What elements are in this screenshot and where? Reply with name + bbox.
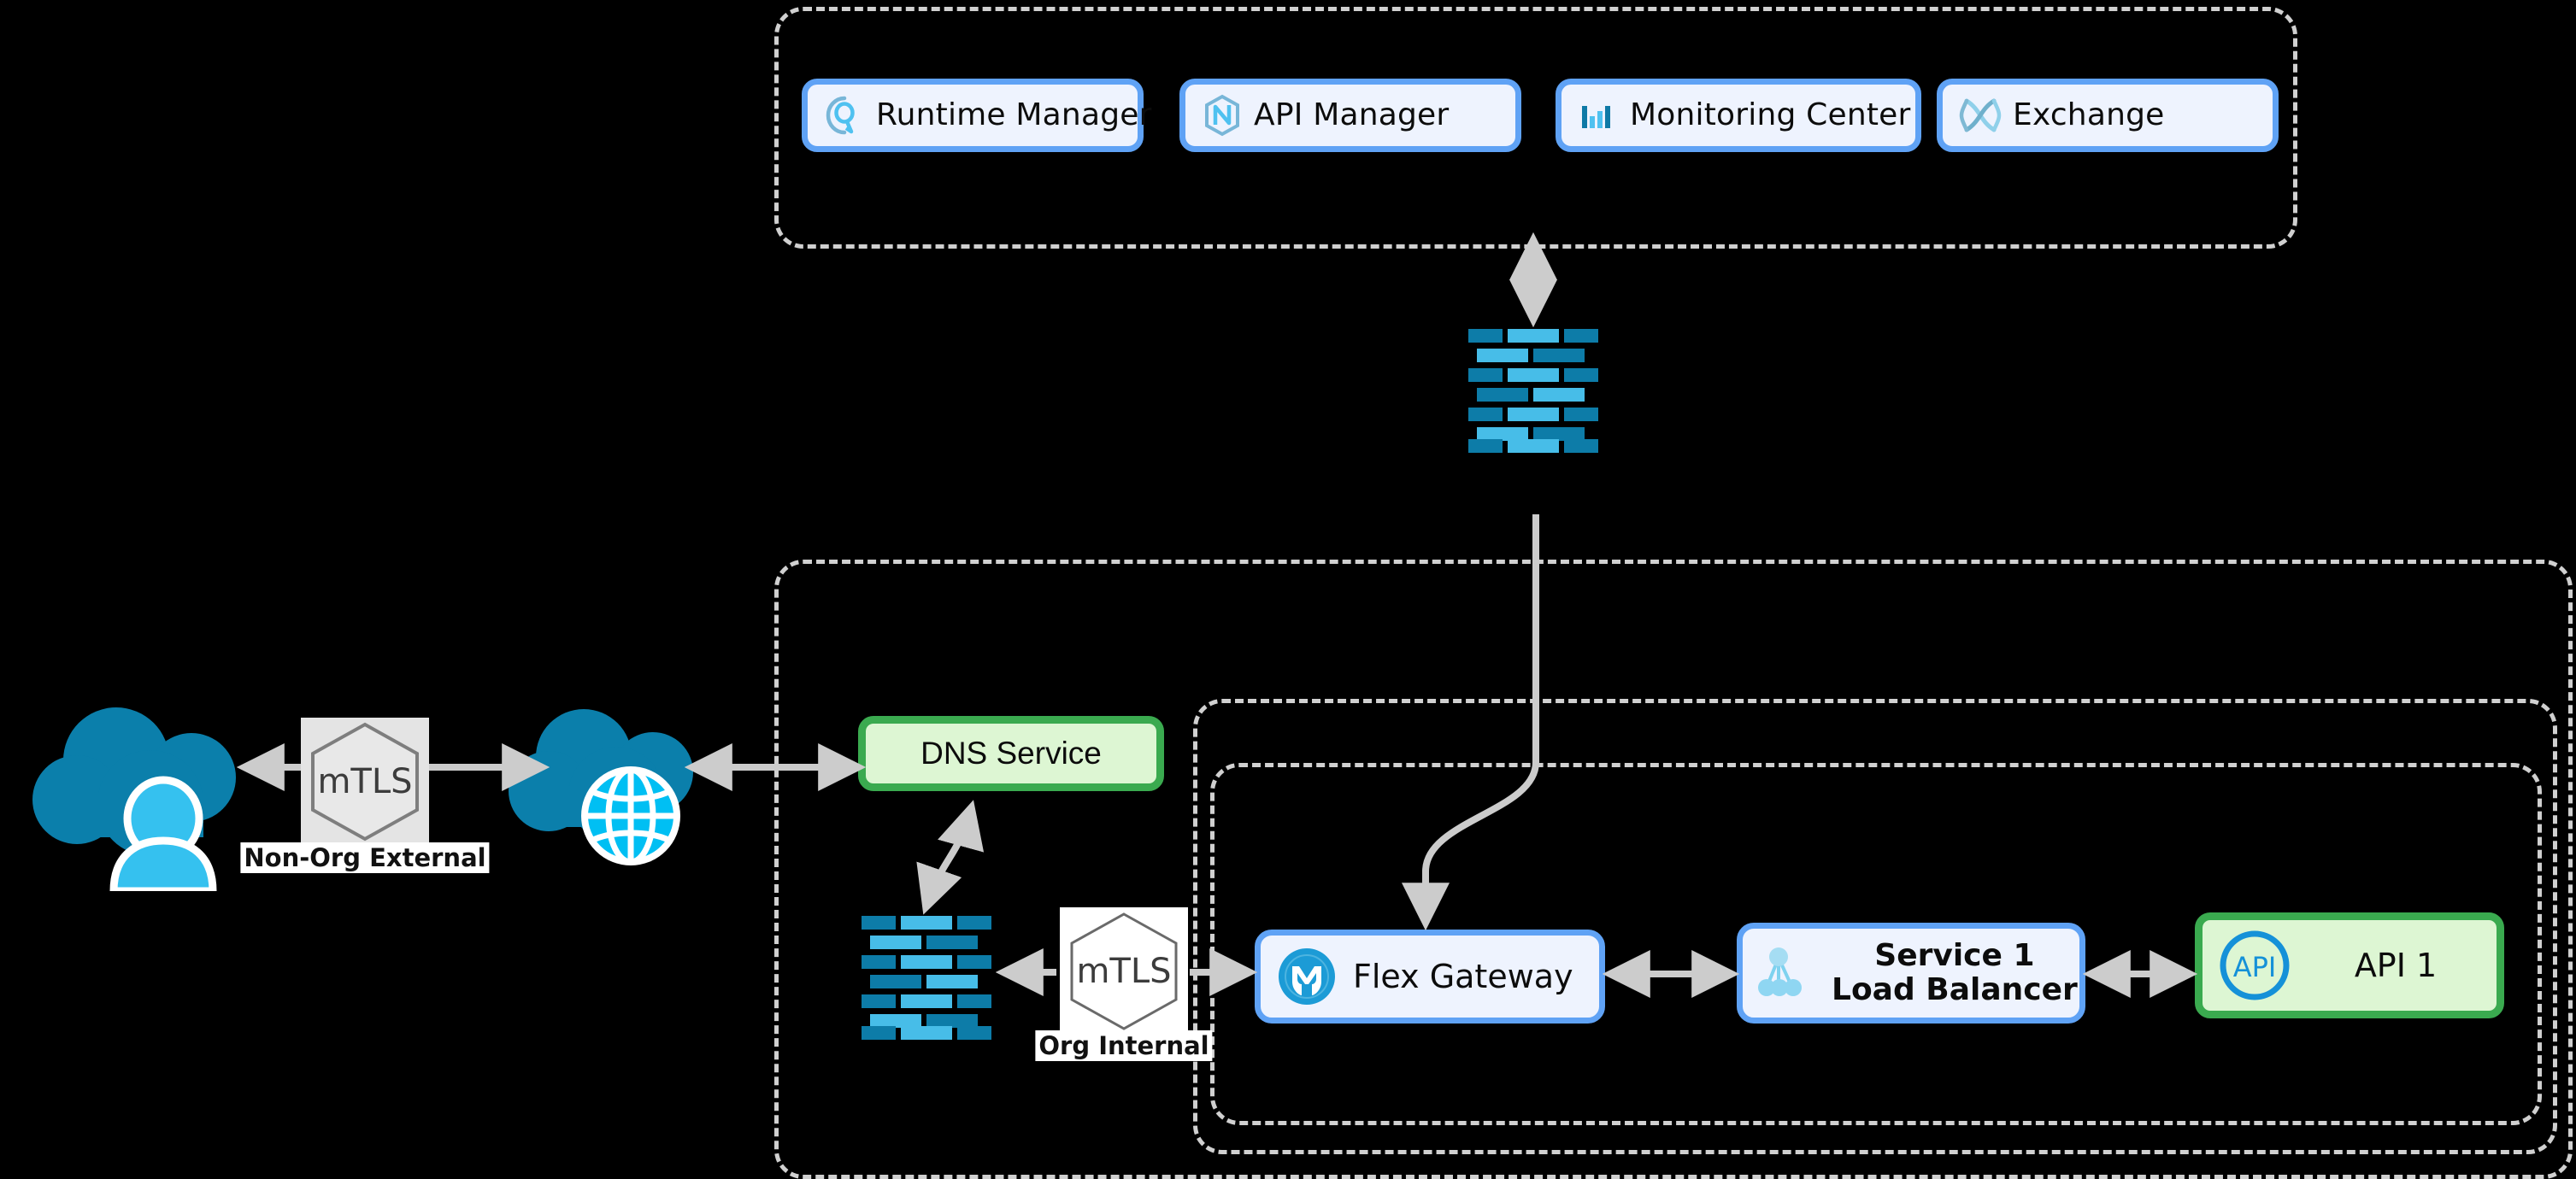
monitoring-center-icon <box>1577 94 1620 137</box>
control-plane-card-label: API Manager <box>1254 97 1450 132</box>
node-load-balancer-label-line1: Service 1 <box>1874 937 2035 973</box>
node-dns-service-label: DNS Service <box>920 736 1102 771</box>
control-plane-card-api-manager[interactable]: API Manager <box>1179 79 1521 152</box>
node-flex-gateway-label: Flex Gateway <box>1353 957 1573 995</box>
control-plane-card-monitoring-center[interactable]: Monitoring Center <box>1556 79 1921 152</box>
node-load-balancer-label-line2: Load Balancer <box>1832 972 2078 1007</box>
node-flex-gateway[interactable]: Flex Gateway <box>1255 930 1605 1024</box>
external-user-cloud <box>24 707 272 895</box>
control-plane-card-runtime-manager[interactable]: Runtime Manager <box>802 79 1151 152</box>
api-manager-icon <box>1201 94 1244 137</box>
exchange-icon <box>1958 94 2003 137</box>
mtls-badge-internal: mTLS Org Internal <box>1035 907 1213 1061</box>
mtls-caption-external: Non-Org External <box>240 842 490 873</box>
mtls-badge-external: mTLS Non-Org External <box>240 718 490 873</box>
api-circle-icon: API <box>2218 929 2291 1002</box>
load-balancer-icon <box>1758 942 1820 1004</box>
node-dns-service[interactable]: DNS Service <box>858 716 1164 791</box>
mulesoft-logo-icon <box>1276 946 1338 1007</box>
control-plane-card-exchange[interactable]: Exchange <box>1937 79 2279 152</box>
mtls-caption-internal: Org Internal <box>1035 1030 1213 1061</box>
mtls-label-external: mTLS <box>317 762 412 801</box>
svg-text:API: API <box>2233 951 2277 983</box>
firewall-icon-control-plane <box>1468 329 1598 456</box>
node-load-balancer[interactable]: Service 1 Load Balancer <box>1737 923 2085 1024</box>
node-load-balancer-label-group: Service 1 Load Balancer <box>1832 937 2078 1008</box>
runtime-manager-icon <box>823 94 866 137</box>
mtls-label-internal: mTLS <box>1076 952 1171 991</box>
firewall-icon-org-network <box>862 916 991 1043</box>
internet-cloud <box>503 707 725 882</box>
architecture-diagram: Runtime Manager API Manager Monitoring C… <box>0 0 2576 1179</box>
node-api-1-label: API 1 <box>2354 946 2438 984</box>
node-api-1[interactable]: API API 1 <box>2195 912 2504 1018</box>
control-plane-card-label: Exchange <box>2013 97 2165 132</box>
control-plane-card-label: Monitoring Center <box>1630 97 1911 132</box>
control-plane-card-label: Runtime Manager <box>876 97 1152 132</box>
